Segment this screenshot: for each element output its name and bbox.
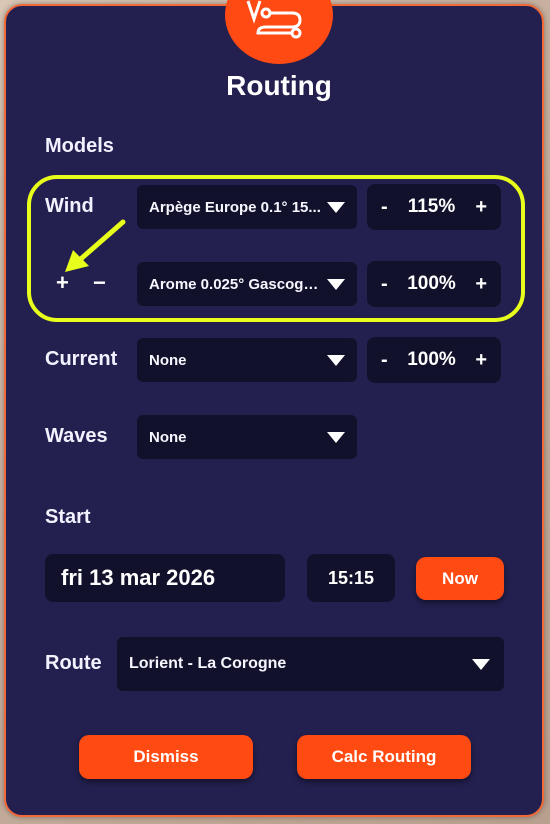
current-weight-stepper: - 100% + <box>367 337 501 383</box>
route-value: Lorient - La Corogne <box>129 655 287 672</box>
current-model-select[interactable]: None <box>137 338 357 382</box>
current-weight-value: 100% <box>407 349 456 370</box>
increase-button[interactable]: + <box>475 349 487 372</box>
models-heading: Models <box>45 135 114 157</box>
start-time-value: 15:15 <box>327 567 375 588</box>
calc-routing-button[interactable]: Calc Routing <box>297 735 471 779</box>
route-icon <box>225 0 333 64</box>
now-button[interactable]: Now <box>416 557 504 600</box>
route-select[interactable]: Lorient - La Corogne <box>117 637 504 691</box>
chevron-down-icon <box>327 354 345 366</box>
waves-label: Waves <box>45 425 108 447</box>
start-date-value: fri 13 mar 2026 <box>61 565 216 590</box>
waves-model-select[interactable]: None <box>137 415 357 459</box>
waves-model-value: None <box>149 428 187 446</box>
chevron-down-icon <box>327 431 345 443</box>
start-date-input[interactable]: fri 13 mar 2026 <box>45 554 285 602</box>
start-time-input[interactable]: 15:15 <box>307 554 395 602</box>
decrease-button[interactable]: - <box>381 349 388 372</box>
chevron-down-icon <box>472 658 490 670</box>
dialog-title: Routing <box>226 70 332 101</box>
start-heading: Start <box>45 506 91 528</box>
current-label: Current <box>45 348 118 370</box>
routing-dialog: Routing Models Wind Arpège Europe 0.1° 1… <box>4 0 544 817</box>
annotation-arrow-icon <box>65 219 126 272</box>
current-model-value: None <box>149 351 187 369</box>
route-label: Route <box>45 652 102 674</box>
dismiss-button[interactable]: Dismiss <box>79 735 253 779</box>
